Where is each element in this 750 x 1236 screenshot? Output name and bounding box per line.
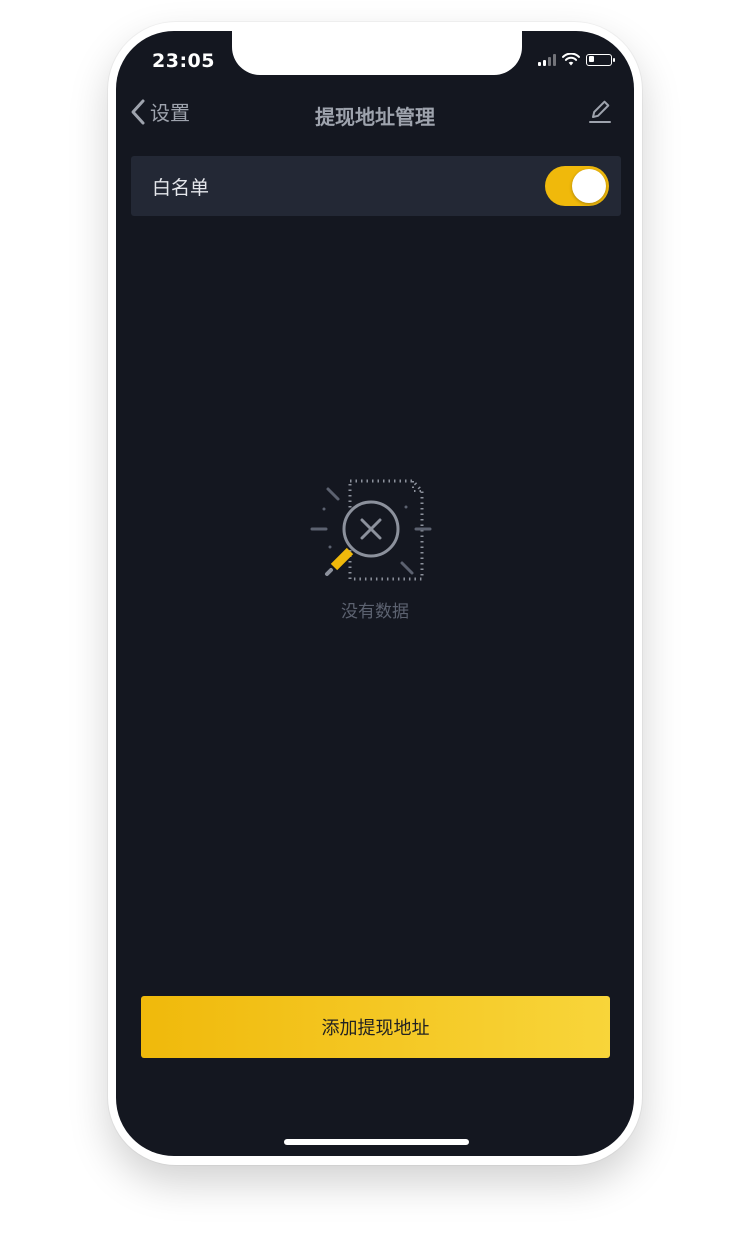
signal-icon	[538, 53, 556, 66]
edit-pencil-icon	[589, 100, 611, 123]
app-screen: 23:05 设置 提现地址管理 白名单 没有数据 添加提现地址	[116, 31, 634, 1156]
home-indicator[interactable]	[284, 1139, 469, 1145]
page-title: 提现地址管理	[315, 105, 435, 129]
whitelist-toggle[interactable]	[545, 166, 609, 206]
status-time: 23:05	[152, 50, 215, 72]
empty-state-message: 没有数据	[341, 602, 409, 622]
empty-state: 没有数据	[116, 471, 634, 622]
wifi-icon	[562, 53, 580, 66]
device-notch	[232, 31, 522, 75]
edit-button[interactable]	[588, 99, 612, 129]
battery-level	[588, 56, 594, 62]
add-withdrawal-address-button[interactable]: 添加提现地址	[141, 996, 610, 1058]
toggle-knob	[572, 169, 606, 203]
navigation-bar: 设置 提现地址管理	[116, 87, 634, 141]
no-data-magnifier-icon	[310, 479, 432, 581]
whitelist-label: 白名单	[152, 177, 210, 199]
status-indicators	[538, 53, 615, 66]
whitelist-row: 白名单	[131, 156, 621, 216]
battery-icon	[586, 53, 615, 66]
